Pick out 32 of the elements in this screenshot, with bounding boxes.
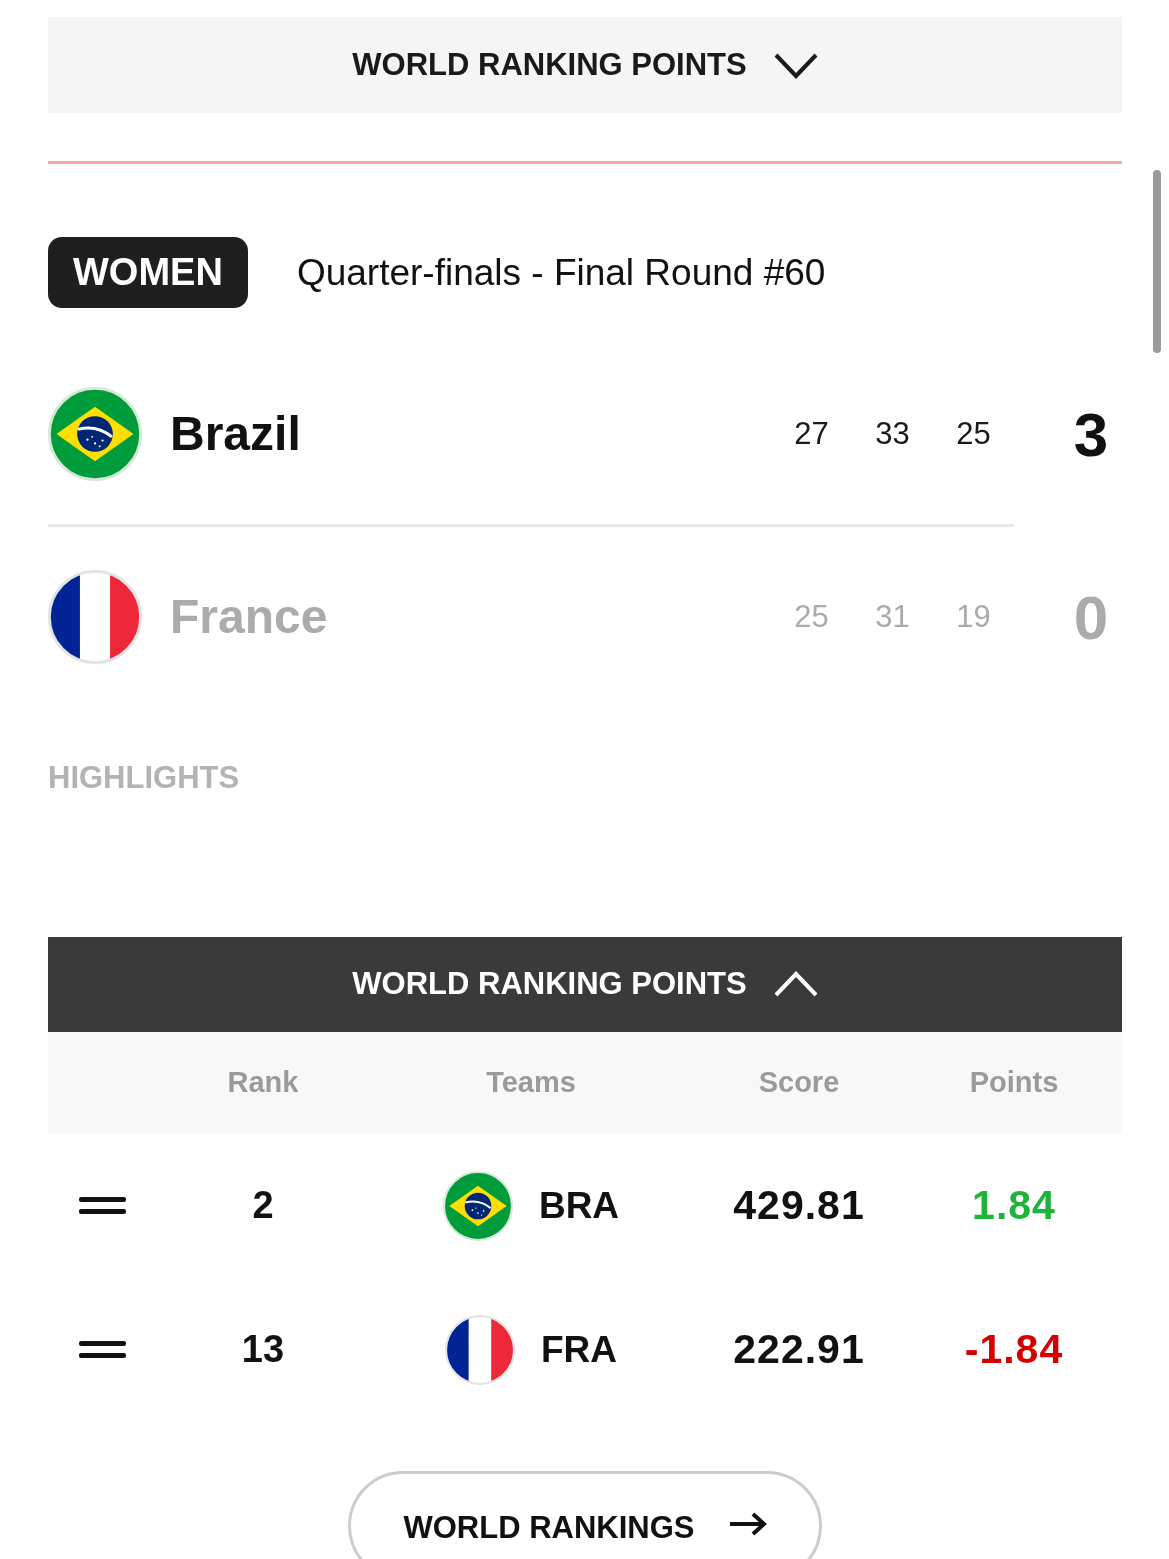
- category-tag: WOMEN: [48, 237, 248, 308]
- set-score: 33: [874, 414, 911, 453]
- ranking-points-toggle[interactable]: WORLD RANKING POINTS: [48, 936, 1122, 1032]
- match-score: 3: [1072, 398, 1110, 471]
- column-header: Score: [758, 1064, 840, 1100]
- points-change: 1.84: [972, 1180, 1056, 1230]
- set-score: 25: [793, 597, 830, 636]
- rank-number: 13: [241, 1327, 285, 1372]
- score-value: 429.81: [733, 1180, 865, 1230]
- team-code: BRA: [538, 1183, 620, 1228]
- chevron-down-icon: [773, 51, 818, 79]
- match-title: Quarter-finals - Final Round #60: [296, 250, 826, 295]
- column-header: Teams: [486, 1064, 576, 1100]
- arrow-right-icon: [728, 1511, 767, 1536]
- rank-number: 2: [252, 1183, 274, 1228]
- ranking-points-toggle[interactable]: WORLD RANKING POINTS: [48, 17, 1122, 113]
- set-score: 19: [955, 597, 992, 636]
- team-name: France: [170, 589, 328, 645]
- set-score: 31: [874, 597, 911, 636]
- column-header: Points: [969, 1064, 1059, 1100]
- set-score: 27: [793, 414, 830, 453]
- team-code: FRA: [540, 1327, 617, 1372]
- match-score: 0: [1072, 581, 1110, 654]
- score-value: 222.91: [733, 1324, 865, 1374]
- world-rankings-button[interactable]: WORLD RANKINGS: [348, 1470, 822, 1559]
- scroll-thumb[interactable]: [1153, 170, 1161, 353]
- points-change: -1.84: [964, 1324, 1064, 1374]
- column-header: Rank: [227, 1064, 299, 1100]
- highlights-heading: HIGHLIGHTS: [48, 759, 240, 797]
- chevron-up-icon: [773, 970, 818, 998]
- team-name: Brazil: [170, 406, 301, 462]
- set-score: 25: [955, 414, 992, 453]
